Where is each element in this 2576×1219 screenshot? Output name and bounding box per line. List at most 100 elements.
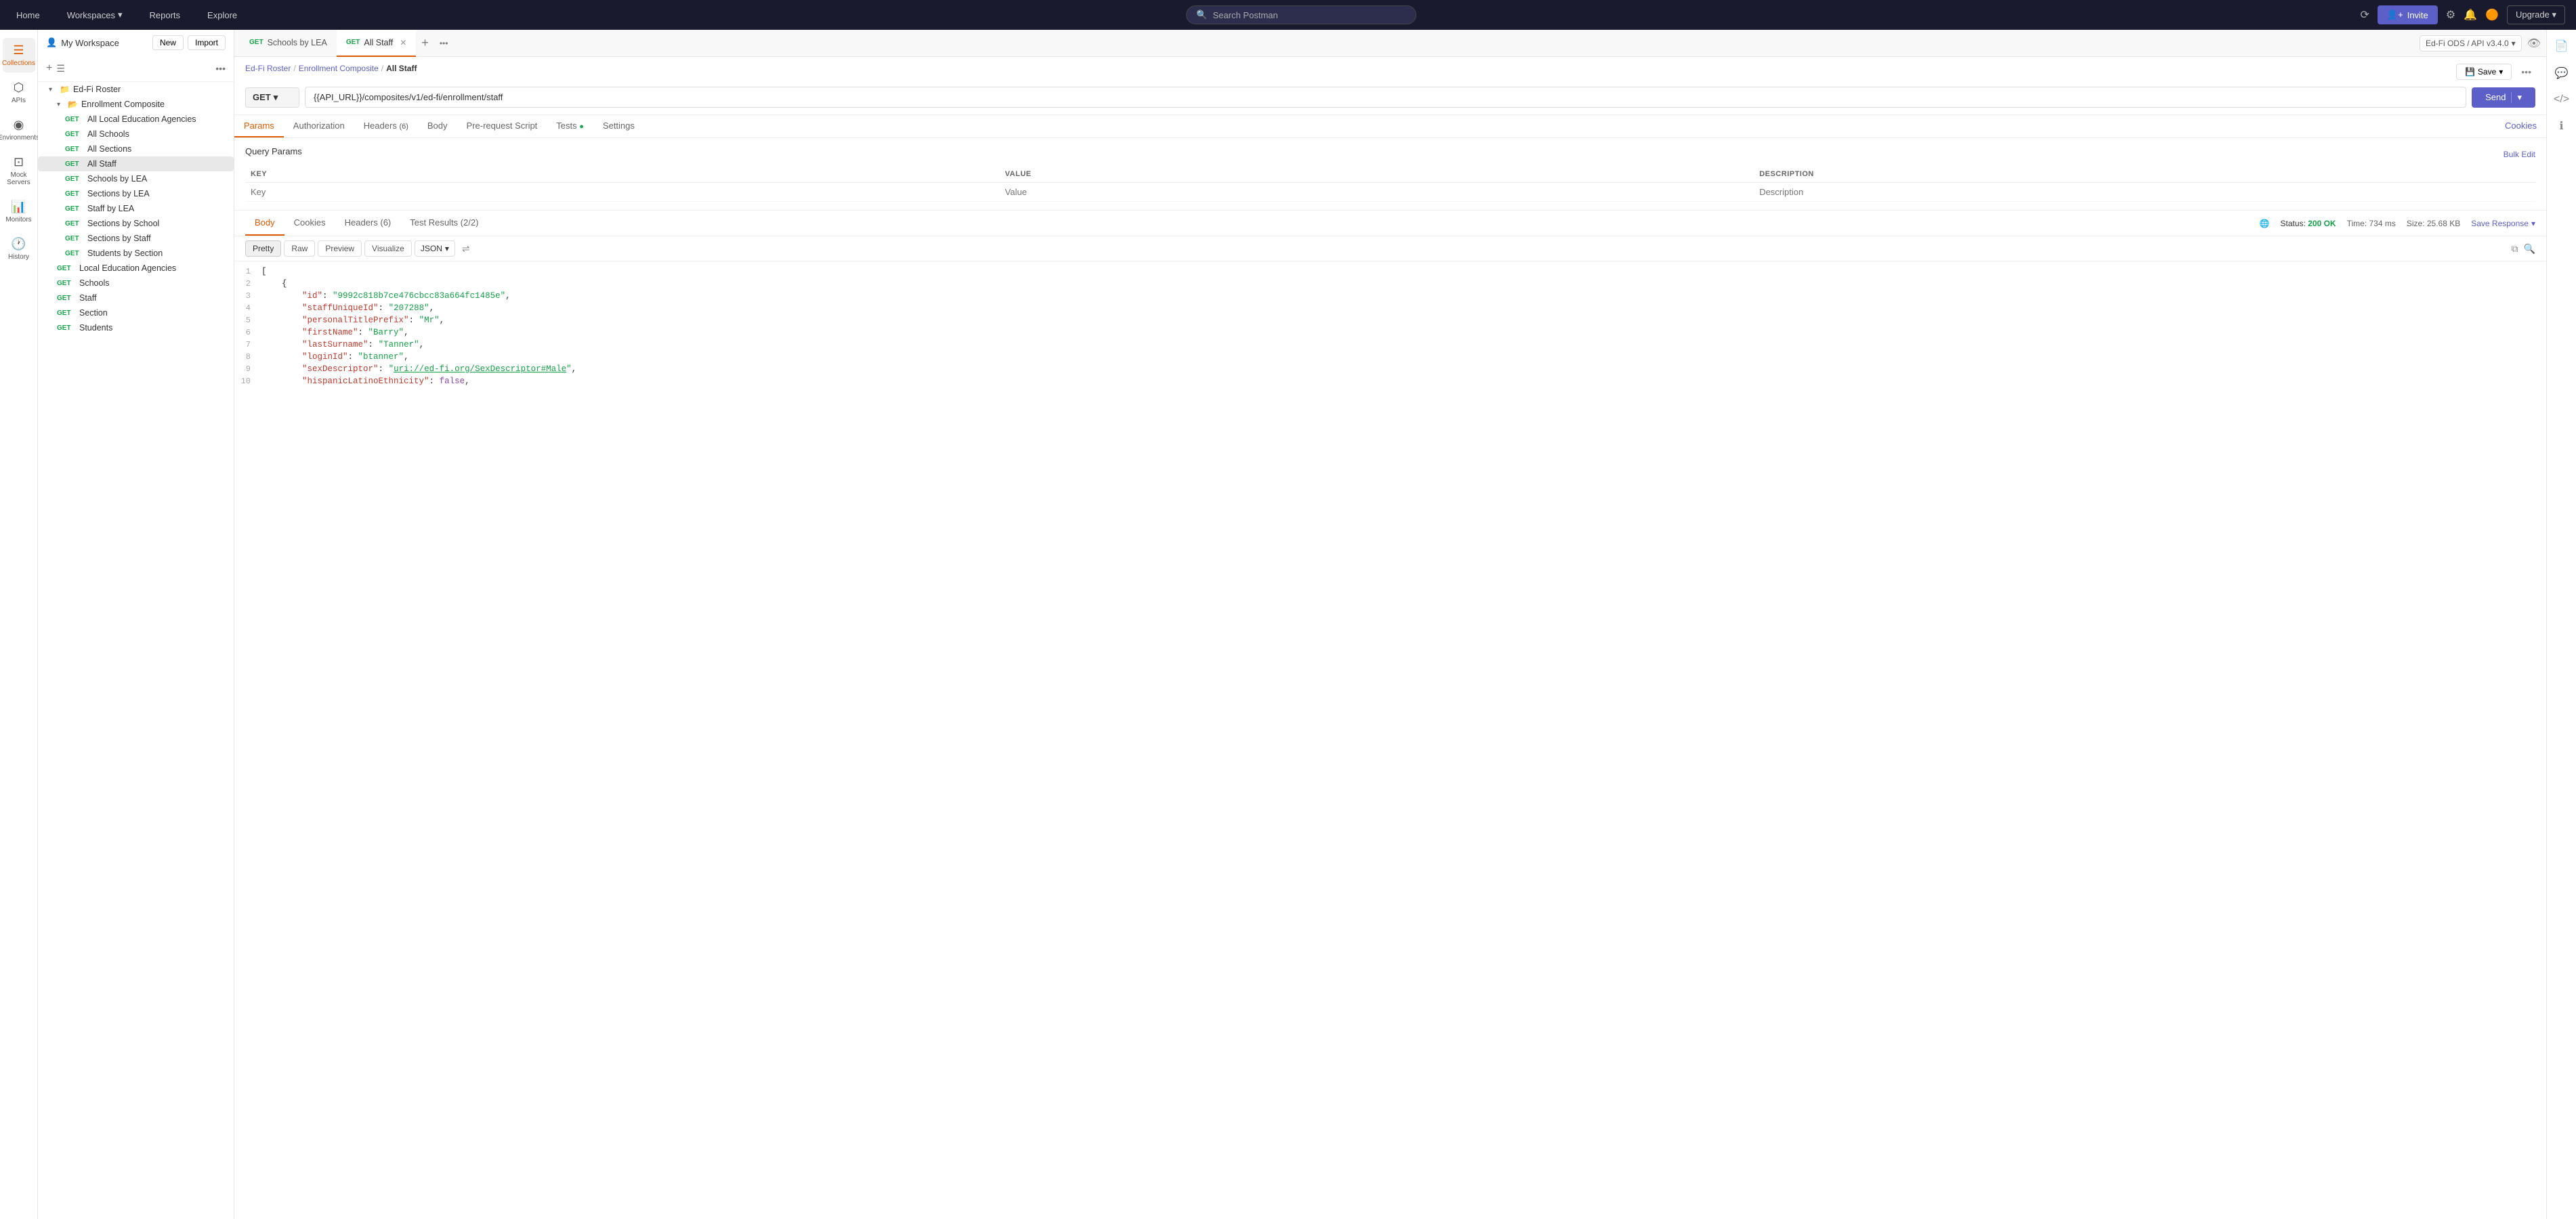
pretty-button[interactable]: Pretty [245, 240, 281, 257]
eye-icon[interactable]: 👁 [2527, 37, 2541, 50]
resp-tab-headers[interactable]: Headers (6) [335, 211, 401, 236]
workspaces-menu[interactable]: Workspaces ▾ [62, 7, 128, 23]
search-box[interactable]: 🔍 Search Postman [1186, 5, 1416, 24]
bulk-edit-button[interactable]: Bulk Edit [2504, 150, 2535, 159]
more-options-icon[interactable]: ••• [215, 63, 226, 74]
sidebar-item-mock-servers[interactable]: ⊡ Mock Servers [3, 150, 35, 192]
import-button[interactable]: Import [188, 35, 226, 50]
bell-icon[interactable]: 🔔 [2464, 8, 2477, 22]
value-input[interactable] [1005, 187, 1749, 197]
resp-tab-body[interactable]: Body [245, 211, 284, 236]
tree-root-0[interactable]: GET Local Education Agencies [38, 261, 234, 276]
code-line-9: 9 "sexDescriptor": "uri://ed-fi.org/SexD… [234, 364, 2546, 377]
req-tab-params[interactable]: Params [234, 115, 284, 137]
tree-root-4[interactable]: GET Students [38, 320, 234, 335]
tree-item-6[interactable]: GET Staff by LEA [38, 201, 234, 216]
req-tab-settings[interactable]: Settings [593, 115, 644, 137]
save-response-button[interactable]: Save Response ▾ [2471, 219, 2535, 228]
visualize-button[interactable]: Visualize [364, 240, 412, 257]
right-doc-icon[interactable]: 📄 [2551, 35, 2573, 57]
tree-item-3[interactable]: GET All Staff [38, 156, 234, 171]
response-status-bar: 🌐 Status: 200 OK Time: 734 ms Size: 25.6… [2260, 219, 2535, 228]
save-button[interactable]: 💾 Save ▾ [2456, 64, 2512, 80]
sidebar-item-environments[interactable]: ◉ Environments [3, 112, 35, 147]
tree-item-8[interactable]: GET Sections by Staff [38, 231, 234, 246]
tree-root-1[interactable]: GET Schools [38, 276, 234, 291]
reports-link[interactable]: Reports [144, 7, 186, 23]
tab-schools-by-lea[interactable]: GET Schools by LEA [240, 30, 337, 57]
req-tab-body[interactable]: Body [418, 115, 457, 137]
invite-button[interactable]: 👤+ Invite [2378, 5, 2438, 24]
right-info-icon[interactable]: ℹ [2555, 115, 2567, 137]
tree-item-0[interactable]: GET All Local Education Agencies [38, 112, 234, 127]
home-link[interactable]: Home [11, 7, 45, 23]
resp-tab-test-results[interactable]: Test Results (2/2) [400, 211, 488, 236]
sidebar-item-history[interactable]: 🕐 History [3, 232, 35, 266]
tree-item-2[interactable]: GET All Sections [38, 142, 234, 156]
environments-icon: ◉ [14, 118, 24, 132]
copy-icon[interactable]: ⧉ [2512, 243, 2518, 255]
tree-item-7[interactable]: GET Sections by School [38, 216, 234, 231]
req-tab-tests[interactable]: Tests ● [547, 115, 593, 137]
history-icon: 🕐 [11, 237, 26, 251]
tree-root-2[interactable]: GET Staff [38, 291, 234, 305]
tree-item-4[interactable]: GET Schools by LEA [38, 171, 234, 186]
collections-icon: ☰ [13, 43, 24, 58]
main-content: GET Schools by LEA GET All Staff ✕ + •••… [234, 30, 2546, 1219]
send-arrow[interactable]: ▾ [2511, 92, 2522, 103]
raw-button[interactable]: Raw [284, 240, 315, 257]
right-code-icon[interactable]: </> [2550, 89, 2573, 110]
sidebar-item-monitors[interactable]: 📊 Monitors [3, 194, 35, 229]
breadcrumb-enrollment[interactable]: Enrollment Composite [299, 64, 379, 73]
settings-icon[interactable]: ⚙ [2446, 8, 2455, 22]
collections-title-area: + ☰ [46, 62, 65, 74]
close-tab-icon[interactable]: ✕ [400, 38, 406, 47]
query-params-section: Query Params Bulk Edit KEY VALUE DESCRIP… [234, 138, 2546, 210]
tree-item-5[interactable]: GET Sections by LEA [38, 186, 234, 201]
tab-all-staff[interactable]: GET All Staff ✕ [337, 30, 416, 57]
person-plus-icon: 👤+ [2387, 9, 2403, 20]
breadcrumb-edfi[interactable]: Ed-Fi Roster [245, 64, 291, 73]
code-line-6: 6 "firstName": "Barry", [234, 328, 2546, 340]
upgrade-button[interactable]: Upgrade ▾ [2507, 5, 2565, 24]
search-response-icon[interactable]: 🔍 [2524, 243, 2535, 255]
sidebar-item-apis[interactable]: ⬡ APIs [3, 75, 35, 110]
filter-icon[interactable]: ☰ [56, 63, 65, 74]
explore-link[interactable]: Explore [202, 7, 242, 23]
url-bar: GET ▾ {{API_URL}}/composites/v1/ed-fi/en… [245, 87, 2535, 108]
right-comment-icon[interactable]: 💬 [2551, 62, 2573, 84]
tab-bar: GET Schools by LEA GET All Staff ✕ + •••… [234, 30, 2546, 57]
key-input[interactable] [251, 187, 994, 197]
filter-icon[interactable]: ⇌ [462, 243, 470, 255]
left-panel: 👤 My Workspace New Import + ☰ ••• ▾ 📁 Ed… [38, 30, 234, 1219]
req-tab-headers[interactable]: Headers (6) [354, 115, 418, 137]
send-button[interactable]: Send ▾ [2472, 87, 2535, 108]
cookies-link[interactable]: Cookies [2495, 115, 2546, 137]
tree-item-1[interactable]: GET All Schools [38, 127, 234, 142]
tree-folder-item[interactable]: ▾ 📂 Enrollment Composite [38, 97, 234, 112]
add-tab-button[interactable]: + [416, 36, 434, 50]
more-options-btn[interactable]: ••• [2517, 64, 2535, 80]
req-tab-authorization[interactable]: Authorization [284, 115, 354, 137]
preview-button[interactable]: Preview [318, 240, 362, 257]
env-selector[interactable]: Ed-Fi ODS / API v3.4.0 ▾ 👁 [2420, 35, 2541, 51]
col-value: VALUE [1000, 166, 1754, 183]
req-tab-pre-request[interactable]: Pre-request Script [457, 115, 547, 137]
tab-more-button[interactable]: ••• [434, 39, 454, 48]
avatar-icon[interactable]: 🟠 [2485, 8, 2499, 22]
new-button[interactable]: New [152, 35, 184, 50]
tree-toggle-folder[interactable]: ▾ [57, 101, 68, 108]
tree-root-3[interactable]: GET Section [38, 305, 234, 320]
add-collection-icon[interactable]: + [46, 62, 52, 74]
desc-input[interactable] [1759, 187, 2503, 197]
url-input[interactable]: {{API_URL}}/composites/v1/ed-fi/enrollme… [305, 87, 2466, 108]
sidebar-item-collections[interactable]: ☰ Collections [3, 38, 35, 72]
tree-root-item[interactable]: ▾ 📁 Ed-Fi Roster [38, 82, 234, 97]
workspace-actions: New Import [152, 35, 226, 50]
method-selector[interactable]: GET ▾ [245, 87, 299, 108]
tree-item-9[interactable]: GET Students by Section [38, 246, 234, 261]
tree-toggle-root[interactable]: ▾ [49, 86, 60, 93]
resp-tab-cookies[interactable]: Cookies [284, 211, 335, 236]
json-format-selector[interactable]: JSON ▾ [415, 240, 455, 257]
code-line-7: 7 "lastSurname": "Tanner", [234, 340, 2546, 352]
